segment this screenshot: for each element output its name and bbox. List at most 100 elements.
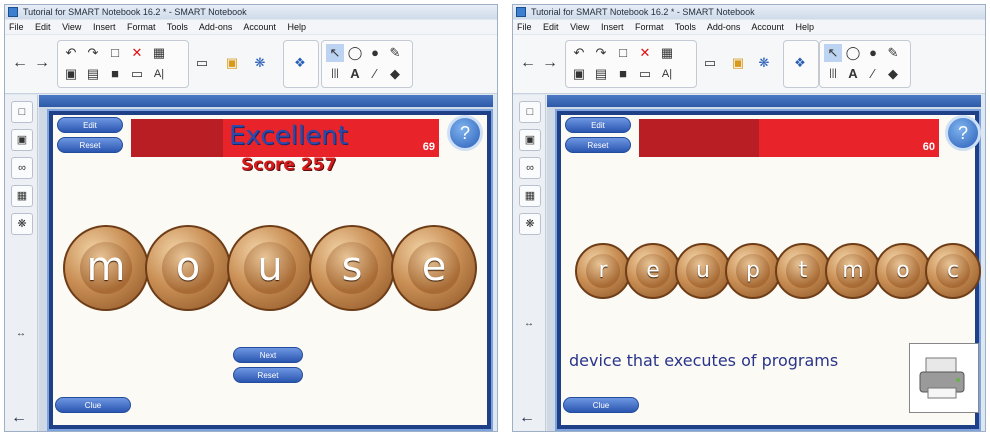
page-sorter-icon[interactable]: □ (11, 101, 33, 123)
reset-button[interactable]: Reset (57, 137, 123, 153)
display-icon[interactable]: ▭ (701, 54, 719, 72)
edit-button[interactable]: Edit (57, 117, 123, 133)
menu-tools[interactable]: Tools (675, 22, 696, 32)
text-style-icon[interactable]: A| (658, 65, 676, 83)
clue-button[interactable]: Clue (563, 397, 639, 413)
menu-tools[interactable]: Tools (167, 22, 188, 32)
display-icon[interactable]: ▭ (193, 54, 211, 72)
text-icon[interactable]: A (844, 65, 862, 83)
attachments-icon[interactable]: ∞ (519, 157, 541, 179)
delete-icon[interactable]: ✕ (636, 44, 654, 62)
screen-shade-icon[interactable]: ▭ (128, 65, 146, 83)
shape-icon[interactable]: ◯ (844, 44, 862, 62)
letter-tile[interactable]: t (775, 243, 831, 299)
addons-icon[interactable]: ❋ (755, 54, 773, 72)
menu-help[interactable]: Help (795, 22, 814, 32)
menu-addons[interactable]: Add-ons (707, 22, 741, 32)
screen-shade-icon[interactable]: ▭ (636, 65, 654, 83)
addons-tab-icon[interactable]: ❋ (519, 213, 541, 235)
select-icon[interactable]: ↖ (824, 44, 842, 62)
table-icon[interactable]: ▦ (658, 44, 676, 62)
fill-icon[interactable]: ● (864, 44, 882, 62)
forward-arrow-icon[interactable]: → (33, 54, 51, 72)
properties-icon[interactable]: ||| (326, 65, 344, 83)
paste-icon[interactable]: ▤ (84, 65, 102, 83)
save-icon[interactable]: ■ (106, 65, 124, 83)
menu-account[interactable]: Account (243, 22, 276, 32)
letter-tile[interactable]: u (227, 225, 313, 311)
fill-icon[interactable]: ● (366, 44, 384, 62)
select-icon[interactable]: ↖ (326, 44, 344, 62)
new-page-icon[interactable]: □ (106, 44, 124, 62)
back-arrow-icon[interactable]: ← (519, 54, 537, 72)
next-button[interactable]: Next (233, 347, 303, 363)
eraser-icon[interactable]: ◆ (884, 65, 902, 83)
letter-tile[interactable]: m (63, 225, 149, 311)
menu-help[interactable]: Help (287, 22, 306, 32)
letter-tile[interactable]: e (391, 225, 477, 311)
letter-tile[interactable]: r (575, 243, 631, 299)
page-sorter-icon[interactable]: □ (519, 101, 541, 123)
menu-file[interactable]: File (517, 22, 532, 32)
letter-tile[interactable]: o (875, 243, 931, 299)
new-page-icon[interactable]: □ (614, 44, 632, 62)
reset-button[interactable]: Reset (565, 137, 631, 153)
clue-button[interactable]: Clue (55, 397, 131, 413)
pen-icon[interactable]: ✎ (884, 44, 902, 62)
forward-arrow-icon[interactable]: → (541, 54, 559, 72)
menu-edit[interactable]: Edit (543, 22, 559, 32)
eraser-icon[interactable]: ◆ (386, 65, 404, 83)
help-button[interactable]: ? (447, 115, 483, 151)
save-icon[interactable]: ■ (614, 65, 632, 83)
properties-icon[interactable]: ||| (824, 65, 842, 83)
text-icon[interactable]: A (346, 65, 364, 83)
table-icon[interactable]: ▦ (150, 44, 168, 62)
line-icon[interactable]: ∕ (366, 65, 384, 83)
redo-icon[interactable]: ↷ (592, 44, 610, 62)
text-style-icon[interactable]: A| (150, 65, 168, 83)
letter-tile[interactable]: c (925, 243, 981, 299)
letter-tile[interactable]: m (825, 243, 881, 299)
letter-tile[interactable]: e (625, 243, 681, 299)
menu-insert[interactable]: Insert (93, 22, 116, 32)
addons-icon[interactable]: ❋ (251, 54, 269, 72)
shape-icon[interactable]: ◯ (346, 44, 364, 62)
gallery-icon[interactable]: ▣ (729, 54, 747, 72)
puzzle-icon[interactable]: ❖ (791, 54, 809, 72)
line-icon[interactable]: ∕ (864, 65, 882, 83)
properties-tab-icon[interactable]: ▦ (11, 185, 33, 207)
properties-tab-icon[interactable]: ▦ (519, 185, 541, 207)
menu-account[interactable]: Account (751, 22, 784, 32)
gallery-tab-icon[interactable]: ▣ (11, 129, 33, 151)
menu-view[interactable]: View (62, 22, 81, 32)
menu-file[interactable]: File (9, 22, 24, 32)
undo-icon[interactable]: ↶ (570, 44, 588, 62)
open-icon[interactable]: ▣ (62, 65, 80, 83)
letter-tile[interactable]: o (145, 225, 231, 311)
letter-tile[interactable]: p (725, 243, 781, 299)
collapse-arrow-icon[interactable]: ← (11, 409, 27, 427)
menu-format[interactable]: Format (127, 22, 156, 32)
resize-handle-icon[interactable]: ↔ (12, 325, 30, 343)
menu-addons[interactable]: Add-ons (199, 22, 233, 32)
addons-tab-icon[interactable]: ❋ (11, 213, 33, 235)
letter-tile[interactable]: u (675, 243, 731, 299)
delete-icon[interactable]: ✕ (128, 44, 146, 62)
gallery-tab-icon[interactable]: ▣ (519, 129, 541, 151)
help-button[interactable]: ? (945, 115, 981, 151)
collapse-arrow-icon[interactable]: ← (519, 409, 535, 427)
open-icon[interactable]: ▣ (570, 65, 588, 83)
menu-edit[interactable]: Edit (35, 22, 51, 32)
puzzle-icon[interactable]: ❖ (291, 54, 309, 72)
menu-view[interactable]: View (570, 22, 589, 32)
reset-answer-button[interactable]: Reset (233, 367, 303, 383)
menu-format[interactable]: Format (635, 22, 664, 32)
edit-button[interactable]: Edit (565, 117, 631, 133)
menu-insert[interactable]: Insert (601, 22, 624, 32)
letter-tile[interactable]: s (309, 225, 395, 311)
paste-icon[interactable]: ▤ (592, 65, 610, 83)
back-arrow-icon[interactable]: ← (11, 54, 29, 72)
attachments-icon[interactable]: ∞ (11, 157, 33, 179)
undo-icon[interactable]: ↶ (62, 44, 80, 62)
resize-handle-icon[interactable]: ↔ (520, 315, 538, 333)
